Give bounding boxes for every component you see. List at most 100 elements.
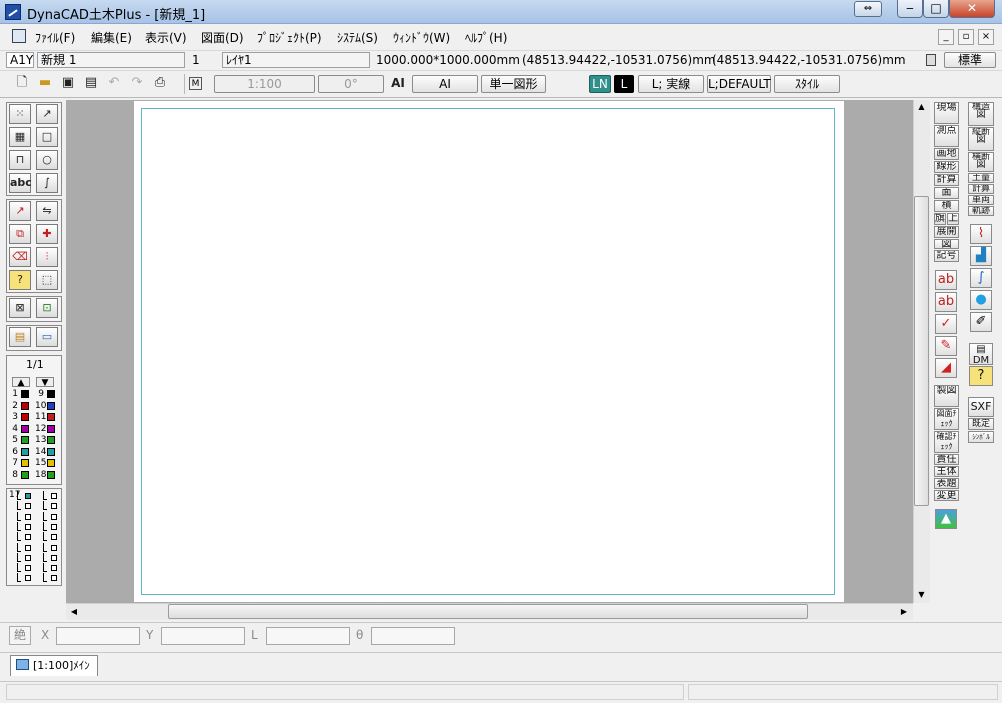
- calculator-icon[interactable]: [926, 54, 936, 66]
- polyline-icon[interactable]: ↗: [36, 104, 58, 124]
- help-button[interactable]: ?: [969, 366, 993, 386]
- color-swatch[interactable]: 10: [35, 401, 59, 412]
- menseki-button[interactable]: 画地: [934, 148, 959, 160]
- mdi-minimize-button[interactable]: _: [938, 29, 954, 45]
- line-style-checkbox[interactable]: [51, 534, 57, 541]
- color-up-arrow-icon[interactable]: ▲: [12, 377, 30, 388]
- y-input[interactable]: [161, 627, 245, 645]
- scale-field[interactable]: 1:100: [214, 75, 315, 93]
- maximize-button[interactable]: □: [923, 0, 949, 18]
- doryou-button[interactable]: 土量: [968, 173, 994, 183]
- drawing-name-field[interactable]: 新規 1: [37, 52, 185, 68]
- juudanzu-button[interactable]: 縦断図: [968, 127, 994, 151]
- henkou-button[interactable]: 変更: [934, 490, 959, 501]
- grid-icon[interactable]: ⁙: [9, 104, 31, 124]
- color-swatch[interactable]: 11: [35, 412, 59, 423]
- eraser-icon[interactable]: ⌫: [9, 247, 31, 267]
- color-swatch[interactable]: 1: [9, 389, 33, 400]
- men-button[interactable]: 面: [934, 187, 959, 199]
- pen-icon[interactable]: ✎: [935, 336, 957, 356]
- length-input[interactable]: [266, 627, 350, 645]
- layer-panel-icon[interactable]: ▤: [9, 327, 31, 347]
- text-tool-icon[interactable]: abc: [9, 173, 32, 193]
- mdi-restore-button[interactable]: ▫: [958, 29, 974, 45]
- menu-window[interactable]: ｳｨﾝﾄﾞｳ(W): [390, 28, 453, 47]
- default-layer-button[interactable]: L;DEFAULT: [707, 75, 771, 93]
- line-style-checkbox[interactable]: [51, 493, 57, 499]
- tsumi-button[interactable]: 積: [934, 200, 959, 212]
- measure-icon[interactable]: ⫶: [36, 247, 58, 267]
- line-style-checkbox[interactable]: [25, 534, 31, 541]
- oudanzu-button[interactable]: 横断図: [968, 152, 994, 172]
- line-style-checkbox[interactable]: [25, 513, 31, 520]
- menu-file[interactable]: ﾌｧｲﾙ(F): [32, 28, 78, 47]
- line-style-checkbox[interactable]: [51, 575, 57, 582]
- line-style-checkbox[interactable]: [25, 565, 31, 572]
- open-folder-icon[interactable]: ▬: [37, 75, 53, 91]
- close-button[interactable]: ✕: [949, 0, 995, 18]
- hatch-icon[interactable]: ▦: [9, 127, 31, 147]
- tenkai-button[interactable]: 展開: [934, 226, 959, 238]
- single-shape-button[interactable]: 単一図形: [481, 75, 546, 93]
- new-file-icon[interactable]: 🗋: [14, 75, 30, 91]
- monitor-icon[interactable]: ▭: [36, 327, 58, 347]
- minimize-button[interactable]: ‒: [897, 0, 923, 18]
- senkei-button[interactable]: 線形: [934, 161, 959, 173]
- seizu-button[interactable]: 製図: [934, 385, 959, 407]
- color-swatch[interactable]: 2: [9, 401, 33, 412]
- color-swatch[interactable]: 12: [35, 424, 59, 435]
- style-button[interactable]: ｽﾀｲﾙ: [774, 75, 840, 93]
- circle-icon[interactable]: ○: [36, 150, 58, 170]
- layer-name-field[interactable]: ﾚｲﾔ1: [222, 52, 370, 68]
- document-icon[interactable]: [12, 29, 26, 43]
- doryou-keisan-button[interactable]: 計算: [968, 184, 994, 194]
- ai-button[interactable]: AI: [412, 75, 478, 93]
- line-style-checkbox[interactable]: [51, 544, 57, 551]
- print-icon[interactable]: ⎙: [152, 75, 168, 91]
- color-swatch[interactable]: 4: [9, 424, 33, 435]
- agari-button[interactable]: 上: [947, 213, 959, 225]
- l-button[interactable]: L: [614, 75, 634, 93]
- vertical-scroll-thumb[interactable]: [914, 196, 929, 506]
- scroll-left-icon[interactable]: ◀: [68, 605, 80, 618]
- line-style-checkbox[interactable]: [51, 565, 57, 572]
- image-icon[interactable]: ▲: [935, 509, 957, 529]
- line-style-checkbox[interactable]: [25, 554, 31, 561]
- scroll-right-icon[interactable]: ▶: [898, 605, 910, 618]
- sokuten-button[interactable]: 測点: [934, 125, 959, 147]
- line-style-checkbox[interactable]: [51, 513, 57, 520]
- trim-icon[interactable]: ✚: [36, 224, 58, 244]
- horizontal-scroll-thumb[interactable]: [168, 604, 808, 619]
- zoom-all-icon[interactable]: ⊡: [36, 298, 58, 318]
- zumen-check-button[interactable]: 図面ﾁｪｯｸ: [934, 408, 959, 430]
- line-style-checkbox[interactable]: [25, 493, 31, 499]
- sekinin-button[interactable]: 責任: [934, 454, 959, 465]
- kigou-button[interactable]: 記号: [934, 250, 959, 262]
- app-icon[interactable]: [5, 4, 21, 20]
- menu-system[interactable]: ｼｽﾃﾑ(S): [334, 28, 381, 47]
- color-swatch[interactable]: 8: [9, 470, 33, 481]
- angle-input[interactable]: [371, 627, 455, 645]
- sharyou-button[interactable]: 車両: [968, 195, 994, 205]
- x-input[interactable]: [56, 627, 140, 645]
- kakunin-check-button[interactable]: 確認ﾁｪｯｸ: [934, 431, 959, 453]
- genba-button[interactable]: 現場: [934, 102, 959, 124]
- color-down-arrow-icon[interactable]: ▼: [36, 377, 54, 388]
- absolute-toggle[interactable]: 絶: [9, 626, 31, 645]
- color-swatch[interactable]: 18: [35, 470, 59, 481]
- save-as-icon[interactable]: ▤: [83, 75, 99, 91]
- line-style-checkbox[interactable]: [25, 575, 31, 582]
- line-style-checkbox[interactable]: [25, 523, 31, 530]
- color-swatch[interactable]: 15: [35, 458, 59, 469]
- color-swatch[interactable]: 7: [9, 458, 33, 469]
- caption-extra-button[interactable]: ⇔: [854, 1, 882, 17]
- zoom-window-icon[interactable]: ⊠: [9, 298, 31, 318]
- menu-edit[interactable]: 編集(E): [88, 28, 135, 47]
- kitei-button[interactable]: 既定: [968, 418, 994, 430]
- symbol-button[interactable]: ｼﾝﾎﾞﾙ: [968, 431, 994, 443]
- redo-icon[interactable]: ↷: [129, 75, 145, 91]
- color-swatch[interactable]: 3: [9, 412, 33, 423]
- mode-button[interactable]: 標準: [944, 52, 996, 68]
- copy-icon[interactable]: ⧉: [9, 224, 31, 244]
- line-type-button[interactable]: L; 実線: [638, 75, 704, 93]
